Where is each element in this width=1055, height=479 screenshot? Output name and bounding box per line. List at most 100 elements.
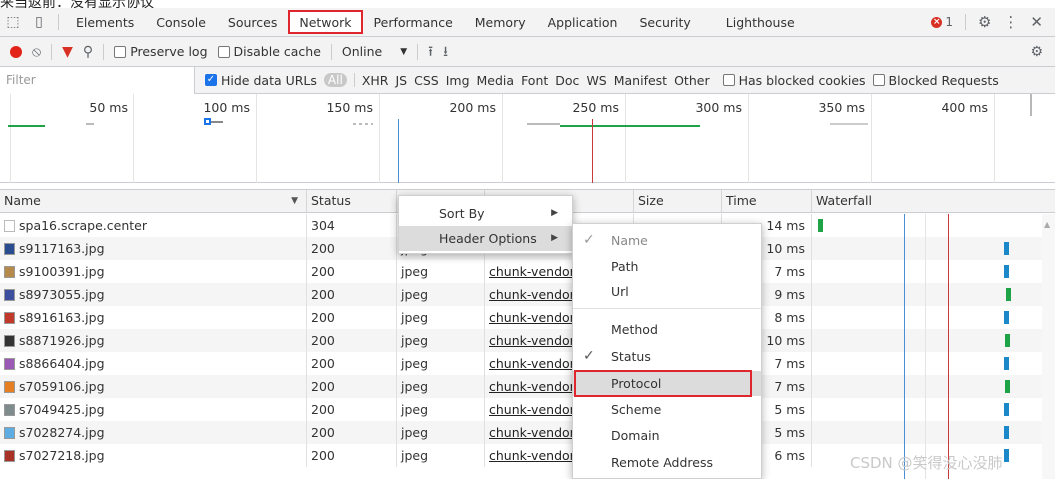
type-filter-js[interactable]: JS [395,73,407,88]
overview-marker [204,118,211,125]
type-filter-css[interactable]: CSS [414,73,439,88]
request-row[interactable]: s7049425.jpg 200 jpeg chunk-vendor 5 ms [0,398,1055,421]
column-header-time[interactable]: Time [722,190,812,212]
request-row[interactable]: s7059106.jpg 200 jpeg chunk-vendor 7 ms [0,375,1055,398]
tab-application[interactable]: Application [537,8,629,37]
tab-sources[interactable]: Sources [217,8,288,37]
header-options-submenu: ✓ Name Path Url Method ✓ Status Protocol Scheme D… [572,223,762,479]
settings-gear-icon[interactable]: ⚙ [978,13,991,31]
tab-network[interactable]: Network [288,10,363,34]
type-filter-media[interactable]: Media [477,73,515,88]
type-filter-doc[interactable]: Doc [555,73,579,88]
request-row[interactable]: s8916163.jpg 200 jpeg chunk-vendor 8 ms [0,306,1055,329]
initiator-link[interactable]: chunk-vendor [489,264,575,279]
search-icon[interactable]: ⚲ [83,45,93,59]
throttling-select[interactable]: Online ▼ [342,44,407,59]
filter-input[interactable]: Filter [0,66,195,94]
timeline-overview[interactable]: 50 ms 100 ms 150 ms 200 ms 250 ms 300 ms… [0,94,1055,183]
record-icon[interactable] [10,45,22,58]
disable-cache-label: Disable cache [233,44,321,59]
request-type: jpeg [397,352,485,375]
tab-elements[interactable]: Elements [65,8,145,37]
request-row[interactable]: s7028274.jpg 200 jpeg chunk-vendor 5 ms [0,421,1055,444]
export-har-icon[interactable]: ⭳ [443,45,448,59]
header-option-remote-address[interactable]: Remote Address [573,450,761,475]
header-option-name[interactable]: ✓ Name [573,228,761,253]
option-label: Status [611,349,651,364]
more-options-icon[interactable]: ⋮ [1003,13,1018,31]
type-filter-ws[interactable]: WS [586,73,606,88]
clear-icon[interactable]: ⦸ [32,45,41,59]
waterfall-bar [1005,380,1010,393]
request-row[interactable]: s8866404.jpg 200 jpeg chunk-vendor 7 ms [0,352,1055,375]
menu-separator [573,308,761,309]
has-blocked-cookies-checkbox[interactable]: Has blocked cookies [722,72,866,88]
checkbox-checked[interactable]: ✓ [205,74,217,86]
tab-performance[interactable]: Performance [363,8,464,37]
menu-item-header-options[interactable]: Header Options ▶ [399,226,572,251]
header-option-method[interactable]: Method [573,317,761,342]
column-header-size[interactable]: Size [634,190,722,212]
request-type: jpeg [397,398,485,421]
type-filter-manifest[interactable]: Manifest [614,73,667,88]
import-har-icon[interactable]: ⭱ [428,45,433,59]
menu-item-sort-by[interactable]: Sort By ▶ [399,201,572,226]
column-header-status[interactable]: Status [307,190,397,212]
scroll-up-icon[interactable]: ▲ [1044,220,1050,229]
request-row[interactable]: s9100391.jpg 200 jpeg chunk-vendor 7 ms [0,260,1055,283]
initiator-link[interactable]: chunk-vendor [489,356,575,371]
column-header-name[interactable]: Name ▼ [0,190,307,212]
request-row[interactable]: s8871926.jpg 200 jpeg chunk-vendor 10 ms [0,329,1055,352]
header-option-domain[interactable]: Domain [573,423,761,448]
initiator-link[interactable]: chunk-vendor [489,448,575,463]
tab-memory[interactable]: Memory [464,8,537,37]
checkbox-box[interactable] [217,45,230,58]
type-filter-xhr[interactable]: XHR [362,73,389,88]
request-type: jpeg [397,260,485,283]
error-count-badge[interactable]: × 1 [931,15,953,29]
column-header-waterfall[interactable]: Waterfall [812,190,1042,212]
header-option-status[interactable]: ✓ Status [573,344,761,369]
waterfall-bar [1004,242,1009,255]
option-label: Path [611,259,639,274]
vertical-scrollbar[interactable]: ▲ [1042,214,1055,479]
type-filter-other[interactable]: Other [674,73,710,88]
close-icon[interactable]: ✕ [1030,13,1043,31]
initiator-link[interactable]: chunk-vendor [489,402,575,417]
image-file-icon [4,358,15,370]
initiator-link[interactable]: chunk-vendor [489,333,575,348]
disable-cache-checkbox[interactable]: Disable cache [217,44,321,59]
tab-security[interactable]: Security [628,8,701,37]
tab-console[interactable]: Console [145,8,217,37]
preserve-log-checkbox[interactable]: Preserve log [114,44,208,59]
overview-bar-green [8,125,45,127]
tab-lighthouse[interactable]: Lighthouse [702,8,806,37]
initiator-link[interactable]: chunk-vendor [489,310,575,325]
type-filter-all[interactable]: All [323,73,347,87]
request-status: 304 [307,214,397,237]
inspect-element-icon[interactable]: ⬚ [0,8,26,37]
blocked-requests-checkbox[interactable]: Blocked Requests [872,73,999,88]
initiator-link[interactable]: chunk-vendor [489,379,575,394]
has-blocked-cookies-label: Has blocked cookies [738,72,866,88]
request-row[interactable]: s8973055.jpg 200 jpeg chunk-vendor 9 ms [0,283,1055,306]
waterfall-marker-line [904,214,905,479]
initiator-link[interactable]: chunk-vendor [489,425,575,440]
network-settings-gear-icon[interactable]: ⚙ [1030,44,1055,60]
checkbox-box[interactable] [872,74,885,86]
header-option-url[interactable]: Url [573,279,761,304]
hide-data-urls-checkbox[interactable]: ✓ Hide data URLs [205,73,317,88]
initiator-link[interactable]: chunk-vendor [489,287,575,302]
header-option-scheme[interactable]: Scheme [573,397,761,422]
checkbox-box[interactable] [114,45,127,58]
type-filter-font[interactable]: Font [521,73,548,88]
request-name: s8973055.jpg [19,287,105,302]
filter-icon[interactable]: ▼ [62,45,73,59]
type-filter-img[interactable]: Img [446,73,470,88]
request-type: jpeg [397,329,485,352]
device-toolbar-icon[interactable]: ▯ [26,8,52,37]
image-file-icon [4,289,15,301]
header-option-path[interactable]: Path [573,254,761,279]
request-type: jpeg [397,375,485,398]
checkbox-box[interactable] [722,74,735,86]
